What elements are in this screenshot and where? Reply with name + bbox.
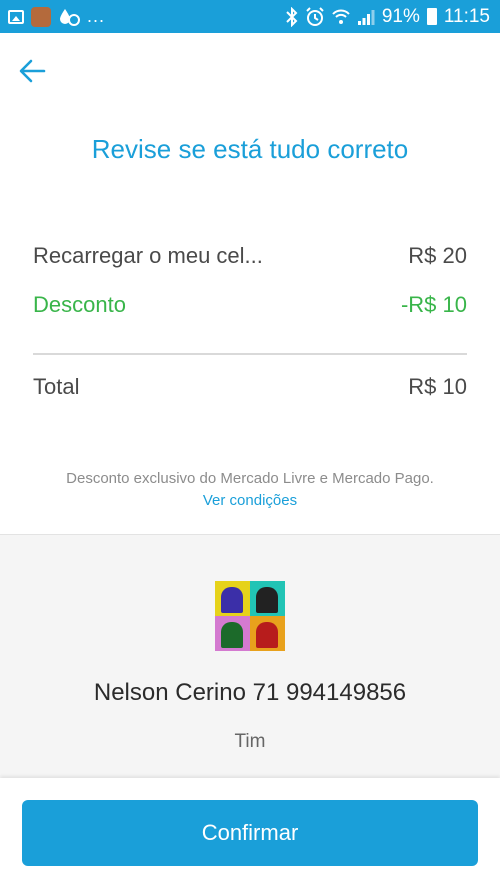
recharge-label: Recarregar o meu cel... [33,243,263,268]
contact-name: Nelson Cerino 71 994149856 [93,679,407,706]
recharge-row: Recarregar o meu cel... R$ 20 [33,243,467,269]
back-arrow-icon [19,59,46,83]
clock: 11:15 [443,5,490,27]
battery-icon [426,8,437,25]
page-title: Revise se está tudo correto [91,134,409,164]
recharge-value: R$ 20 [408,243,467,268]
discount-label: Desconto [33,292,126,317]
total-row: Total R$ 10 [33,374,467,400]
more-notifications: ... [87,6,106,26]
discount-disclaimer: Desconto exclusivo do Mercado Livre e Me… [66,470,434,487]
wifi-icon [332,8,350,26]
total-value: R$ 10 [408,374,467,399]
total-label: Total [33,374,80,399]
water-drop-notification-icon [58,7,80,27]
status-bar-left: ... [8,6,105,27]
contact-section: Nelson Cerino 71 994149856 Tim [0,534,500,778]
gallery-notification-icon [8,9,24,24]
summary-divider [33,353,467,355]
status-bar-right: 91% 11:15 [286,6,490,28]
back-button[interactable] [18,58,48,84]
discount-row: Desconto -R$ 10 [33,292,467,318]
app-notification-icon [31,6,51,27]
discount-value: -R$ 10 [400,292,467,317]
confirm-button[interactable]: Confirmar [22,800,478,866]
alarm-icon [305,6,325,27]
signal-icon [357,8,375,26]
bottom-action-bar: Confirmar [0,778,500,889]
contact-avatar [215,581,285,651]
status-bar: ... 91% 11:15 [0,0,500,33]
bluetooth-icon [286,6,298,27]
view-conditions-link[interactable]: Ver condições [0,492,500,509]
battery-percent: 91% [381,5,420,27]
carrier-name: Tim [234,731,266,752]
